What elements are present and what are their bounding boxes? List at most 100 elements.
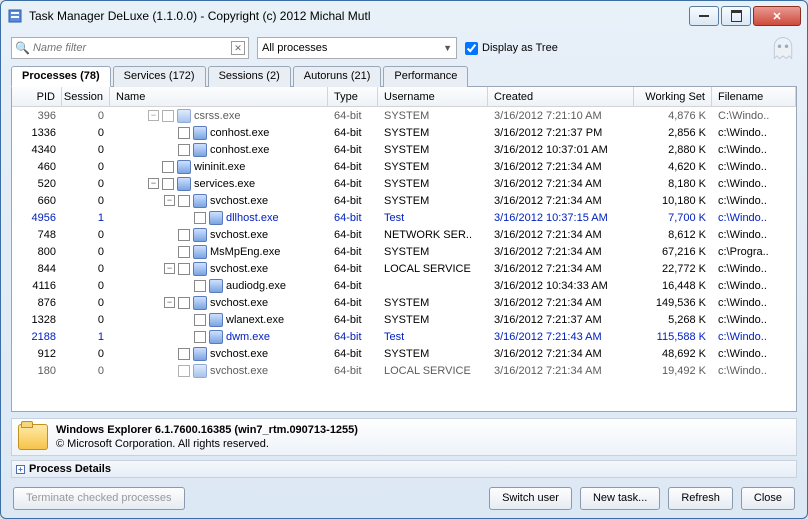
row-checkbox[interactable] (194, 212, 206, 224)
titlebar[interactable]: Task Manager DeLuxe (1.1.0.0) - Copyrigh… (1, 1, 807, 31)
name-filter-field[interactable]: 🔍 ✕ (11, 37, 249, 59)
tree-checkbox-input[interactable] (465, 42, 478, 55)
cell-pid: 876 (12, 297, 62, 309)
col-header-pid[interactable]: PID (12, 87, 62, 106)
tree-expander[interactable]: − (148, 110, 159, 121)
cell-user: SYSTEM (378, 127, 488, 139)
cell-type: 64-bit (328, 229, 378, 241)
process-row[interactable]: 13280wlanext.exe64-bitSYSTEM3/16/2012 7:… (12, 311, 796, 328)
process-row[interactable]: 8000MsMpEng.exe64-bitSYSTEM3/16/2012 7:2… (12, 243, 796, 260)
row-checkbox[interactable] (178, 127, 190, 139)
process-row[interactable]: 21881dwm.exe64-bitTest3/16/2012 7:21:43 … (12, 328, 796, 345)
process-name: wininit.exe (194, 161, 245, 173)
row-checkbox[interactable] (194, 314, 206, 326)
row-checkbox[interactable] (162, 161, 174, 173)
column-headers[interactable]: PID Session Name Type Username Created W… (12, 87, 796, 107)
cell-created: 3/16/2012 7:21:43 AM (488, 331, 634, 343)
tab-4[interactable]: Performance (383, 66, 468, 87)
cell-workingset: 2,856 K (634, 127, 712, 139)
tree-expander[interactable]: − (148, 178, 159, 189)
process-row[interactable]: 5200−services.exe64-bitSYSTEM3/16/2012 7… (12, 175, 796, 192)
process-rows[interactable]: 3960−csrss.exe64-bitSYSTEM3/16/2012 7:21… (12, 107, 796, 411)
row-checkbox[interactable] (194, 280, 206, 292)
maximize-button[interactable] (721, 6, 751, 26)
process-icon (209, 330, 223, 344)
process-details-toggle[interactable]: + Process Details (11, 460, 797, 478)
info-line2: © Microsoft Corporation. All rights rese… (56, 437, 358, 451)
minimize-button[interactable] (689, 6, 719, 26)
cell-name: svchost.exe (110, 228, 328, 242)
tab-3[interactable]: Autoruns (21) (293, 66, 382, 87)
process-row[interactable]: 8760−svchost.exe64-bitSYSTEM3/16/2012 7:… (12, 294, 796, 311)
col-header-type[interactable]: Type (328, 87, 378, 106)
cell-user: Test (378, 331, 488, 343)
cell-session: 0 (62, 110, 110, 122)
terminate-button[interactable]: Terminate checked processes (13, 487, 185, 510)
process-row[interactable]: 49561dllhost.exe64-bitTest3/16/2012 10:3… (12, 209, 796, 226)
process-row[interactable]: 1800svchost.exe64-bitLOCAL SERVICE3/16/2… (12, 362, 796, 379)
cell-session: 0 (62, 229, 110, 241)
row-checkbox[interactable] (162, 110, 174, 122)
process-row[interactable]: 3960−csrss.exe64-bitSYSTEM3/16/2012 7:21… (12, 107, 796, 124)
cell-user: LOCAL SERVICE (378, 365, 488, 377)
cell-type: 64-bit (328, 127, 378, 139)
cell-pid: 844 (12, 263, 62, 275)
tab-0[interactable]: Processes (78) (11, 66, 111, 87)
row-checkbox[interactable] (178, 144, 190, 156)
tab-1[interactable]: Services (172) (113, 66, 206, 87)
row-checkbox[interactable] (162, 178, 174, 190)
process-row[interactable]: 6600−svchost.exe64-bitSYSTEM3/16/2012 7:… (12, 192, 796, 209)
close-button[interactable]: Close (741, 487, 795, 510)
cell-filename: c:\Windo.. (712, 263, 796, 275)
row-checkbox[interactable] (194, 331, 206, 343)
tree-expander[interactable]: − (164, 195, 175, 206)
process-row[interactable]: 4600wininit.exe64-bitSYSTEM3/16/2012 7:2… (12, 158, 796, 175)
info-bar: Windows Explorer 6.1.7600.16385 (win7_rt… (11, 418, 797, 456)
process-row[interactable]: 8440−svchost.exe64-bitLOCAL SERVICE3/16/… (12, 260, 796, 277)
row-checkbox[interactable] (178, 263, 190, 275)
ghost-icon[interactable] (769, 34, 797, 62)
cell-created: 3/16/2012 7:21:37 AM (488, 314, 634, 326)
close-window-button[interactable] (753, 6, 801, 26)
row-checkbox[interactable] (178, 365, 190, 377)
col-header-session[interactable]: Session (62, 87, 110, 106)
process-row[interactable]: 7480svchost.exe64-bitNETWORK SER..3/16/2… (12, 226, 796, 243)
cell-workingset: 16,448 K (634, 280, 712, 292)
process-row[interactable]: 43400conhost.exe64-bitSYSTEM3/16/2012 10… (12, 141, 796, 158)
cell-created: 3/16/2012 7:21:34 AM (488, 365, 634, 377)
tree-expander[interactable]: − (164, 263, 175, 274)
name-filter-input[interactable] (33, 42, 231, 54)
cell-filename: c:\Windo.. (712, 297, 796, 309)
tree-expander[interactable]: − (164, 297, 175, 308)
col-header-username[interactable]: Username (378, 87, 488, 106)
refresh-button[interactable]: Refresh (668, 487, 733, 510)
switch-user-button[interactable]: Switch user (489, 487, 572, 510)
new-task-button[interactable]: New task... (580, 487, 660, 510)
cell-filename: c:\Progra.. (712, 246, 796, 258)
process-name: svchost.exe (210, 229, 268, 241)
cell-filename: c:\Windo.. (712, 229, 796, 241)
display-as-tree-checkbox[interactable]: Display as Tree (465, 42, 558, 55)
process-row[interactable]: 13360conhost.exe64-bitSYSTEM3/16/2012 7:… (12, 124, 796, 141)
row-checkbox[interactable] (178, 229, 190, 241)
cell-created: 3/16/2012 7:21:10 AM (488, 110, 634, 122)
process-row[interactable]: 41160audiodg.exe64-bit3/16/2012 10:34:33… (12, 277, 796, 294)
col-header-name[interactable]: Name (110, 87, 328, 106)
cell-name: svchost.exe (110, 364, 328, 378)
process-icon (209, 279, 223, 293)
col-header-filename[interactable]: Filename (712, 87, 796, 106)
process-row[interactable]: 9120svchost.exe64-bitSYSTEM3/16/2012 7:2… (12, 345, 796, 362)
row-checkbox[interactable] (178, 297, 190, 309)
row-checkbox[interactable] (178, 246, 190, 258)
row-checkbox[interactable] (178, 195, 190, 207)
process-filter-combo[interactable]: All processes ▼ (257, 37, 457, 59)
row-checkbox[interactable] (178, 348, 190, 360)
cell-workingset: 2,880 K (634, 144, 712, 156)
app-window: Task Manager DeLuxe (1.1.0.0) - Copyrigh… (0, 0, 808, 519)
col-header-workingset[interactable]: Working Set (634, 87, 712, 106)
clear-filter-button[interactable]: ✕ (231, 41, 245, 55)
col-header-created[interactable]: Created (488, 87, 634, 106)
tab-2[interactable]: Sessions (2) (208, 66, 291, 87)
cell-pid: 4956 (12, 212, 62, 224)
cell-type: 64-bit (328, 110, 378, 122)
